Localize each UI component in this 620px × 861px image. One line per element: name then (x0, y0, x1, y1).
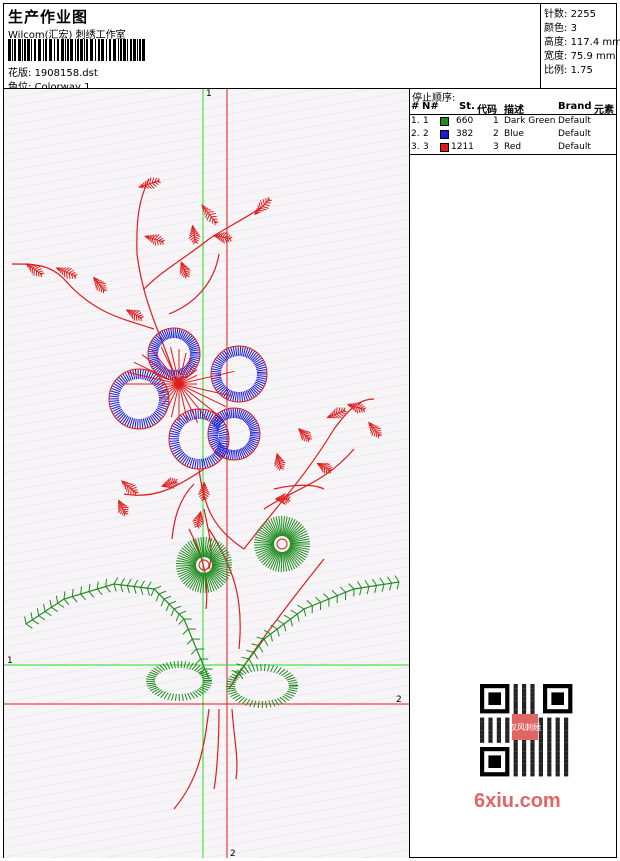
page-title: 生产作业图 (8, 8, 89, 26)
barcode (8, 39, 145, 61)
header-info: 生产作业图 Wilcom(汇宏) 刺绣工作室 花版: 1908158.dst 色… (4, 4, 540, 93)
green-leaves (24, 575, 400, 680)
stat-height: 高度: 117.4 mm (544, 37, 620, 48)
color-swatch-red (440, 143, 449, 152)
guide-label-h1: 1 (7, 656, 13, 666)
stat-colors: 颜色: 3 (544, 23, 577, 34)
stat-width: 宽度: 75.9 mm (544, 51, 616, 62)
qr-code-pattern: 汉风刺绣 (480, 684, 573, 777)
embroidery-preview: 1 2 1 2 (4, 89, 409, 858)
col-brand: Brand (558, 101, 592, 112)
col-description: 描述 (504, 105, 524, 116)
guide-label-v1: 1 (206, 89, 212, 99)
guide-label-v2: 2 (230, 849, 236, 858)
design-stats: 针数: 2255 颜色: 3 高度: 117.4 mm 宽度: 75.9 mm … (540, 3, 620, 88)
watermark-logo: 6xiu.com (474, 790, 561, 812)
col-index: # (411, 101, 420, 112)
color-swatch-blue (440, 130, 449, 139)
col-element: 元素 (594, 105, 614, 116)
guide-label-h2: 2 (396, 695, 402, 705)
green-pompoms (176, 515, 310, 594)
design-file: 花版: 1908158.dst (8, 64, 98, 79)
design-canvas[interactable]: 1 2 1 2 (4, 89, 409, 858)
stop-row[interactable]: 2. 2 382 2 Blue Default (410, 129, 617, 142)
blue-flower (108, 327, 268, 470)
stop-table-bottom-rule (410, 154, 617, 155)
stat-stitches: 针数: 2255 (544, 9, 597, 20)
stop-row[interactable]: 1. 1 660 1 Dark Green Default (410, 116, 617, 129)
col-stitches: St. (459, 101, 475, 112)
qr-badge: 汉风刺绣 (509, 722, 541, 732)
stat-scale: 比例: 1.75 (544, 65, 593, 76)
red-leaves (25, 177, 383, 529)
color-swatch-green (440, 117, 449, 126)
stop-table-header: # N# St. 代码 描述 Brand 元素 (410, 101, 617, 116)
col-code: 代码 (477, 105, 497, 116)
col-needle: N# (422, 101, 439, 112)
green-bow (145, 660, 298, 709)
